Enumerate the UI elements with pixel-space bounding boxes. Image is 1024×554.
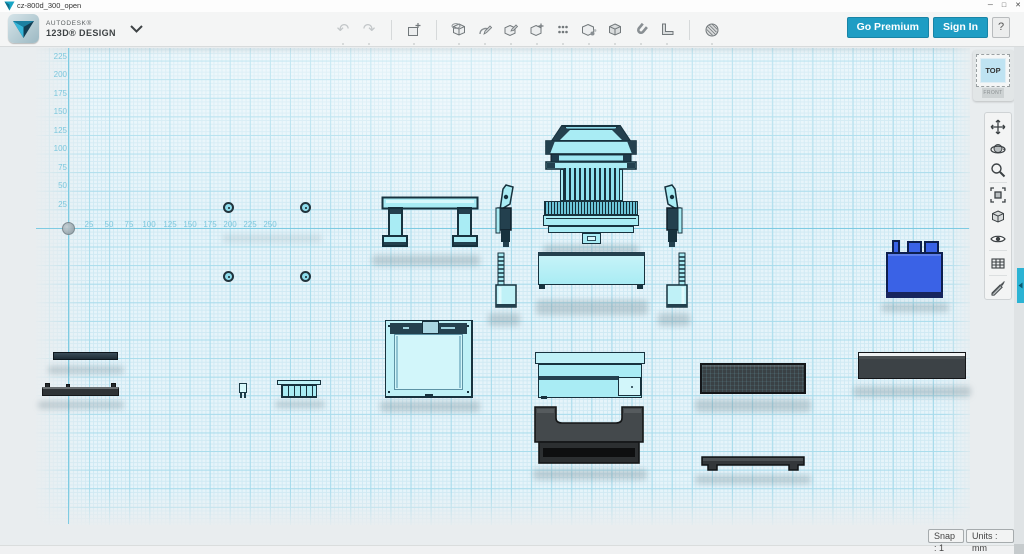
gantry-bracket[interactable] — [381, 196, 479, 250]
document-title: cz-800d_300_open — [17, 1, 81, 10]
help-button[interactable]: ? — [992, 17, 1010, 38]
primitives-icon[interactable] — [447, 18, 471, 42]
base-strip[interactable] — [700, 454, 806, 472]
comb-bracket[interactable] — [277, 378, 321, 400]
view-cube-icon[interactable] — [986, 206, 1010, 228]
transform-icon[interactable] — [402, 18, 426, 42]
axis-label: 225 — [43, 52, 67, 61]
front-panel[interactable] — [538, 252, 645, 290]
zoom-icon[interactable] — [986, 160, 1010, 182]
washer-top-left[interactable] — [223, 202, 234, 213]
resize-grip[interactable] — [1014, 544, 1024, 554]
thin-bar-lower[interactable] — [42, 383, 119, 397]
grouping-icon[interactable] — [577, 18, 601, 42]
close-icon[interactable]: ✕ — [1015, 0, 1021, 11]
bottom-edge — [0, 545, 1014, 554]
title-bar: cz-800d_300_open ─ □ ✕ — [0, 0, 1024, 12]
app-logo-icon — [4, 1, 15, 11]
axis-label: 75 — [43, 163, 67, 172]
snap-setting[interactable]: Snap : 1 — [928, 529, 964, 543]
axis-label: 250 — [258, 220, 282, 229]
small-clip[interactable] — [239, 383, 248, 398]
toolbar-divider — [436, 20, 437, 40]
orbit-icon[interactable] — [986, 138, 1010, 160]
top-cover[interactable] — [544, 124, 638, 170]
app-toolbar: AUTODESK® 123D® DESIGN ↶ ↷ — [0, 12, 1024, 47]
ruler-icon[interactable] — [655, 18, 679, 42]
go-premium-button[interactable]: Go Premium — [847, 17, 929, 38]
axis-label: 100 — [43, 144, 67, 153]
side-blade-left[interactable] — [493, 184, 517, 248]
zoom-fit-icon[interactable] — [986, 184, 1010, 206]
axis-label: 200 — [43, 70, 67, 79]
washer-bottom-right[interactable] — [300, 271, 311, 282]
thin-bar-upper[interactable] — [53, 352, 118, 360]
axis-label: 25 — [43, 200, 67, 209]
axis-label: 50 — [43, 181, 67, 190]
washer-top-right[interactable] — [300, 202, 311, 213]
brand: AUTODESK® 123D® DESIGN — [8, 14, 143, 43]
grid-settings-icon[interactable] — [986, 252, 1010, 274]
side-panel[interactable] — [858, 352, 966, 379]
brand-line1: AUTODESK® — [46, 20, 116, 27]
view-cube-front-face[interactable]: FRONT — [982, 88, 1004, 98]
washer-bottom-left[interactable] — [223, 271, 234, 282]
undo-icon[interactable]: ↶ — [331, 18, 355, 42]
view-cube-top-face[interactable]: TOP — [980, 58, 1006, 83]
pattern-icon[interactable] — [551, 18, 575, 42]
snap-icon[interactable] — [629, 18, 653, 42]
axis-label: 150 — [43, 107, 67, 116]
maximize-icon[interactable]: □ — [1002, 0, 1006, 11]
vent-panel[interactable] — [700, 363, 806, 394]
paper-tray[interactable] — [533, 405, 645, 467]
modeling-canvas[interactable]: 225 200 175 150 125 100 75 50 25 25 50 7… — [0, 47, 1024, 554]
units-setting[interactable]: Units : mm — [966, 529, 1014, 543]
hide-show-icon[interactable] — [986, 228, 1010, 250]
origin-marker — [62, 222, 75, 235]
autodesk-123d-logo-icon — [8, 14, 39, 43]
panel-handle[interactable] — [1017, 268, 1024, 303]
combine-icon[interactable] — [603, 18, 627, 42]
toolbar-divider — [689, 20, 690, 40]
pan-icon[interactable] — [986, 116, 1010, 138]
rail-block-left[interactable] — [494, 252, 518, 310]
sketch-icon[interactable] — [473, 18, 497, 42]
axis-label: 125 — [43, 126, 67, 135]
main-body-frame[interactable] — [385, 320, 473, 398]
material-icon[interactable] — [700, 18, 724, 42]
app-window: cz-800d_300_open ─ □ ✕ AUTODESK® 123D® D… — [0, 0, 1024, 554]
axis-label: 175 — [43, 89, 67, 98]
rail-block-right[interactable] — [665, 252, 689, 310]
material-off-icon[interactable] — [986, 277, 1010, 299]
minimize-icon[interactable]: ─ — [988, 0, 993, 11]
view-cube[interactable]: TOP FRONT — [973, 50, 1014, 101]
toolbar-divider — [391, 20, 392, 40]
modify-icon[interactable] — [525, 18, 549, 42]
blue-cartridge[interactable] — [886, 240, 943, 299]
brand-line2: 123D® DESIGN — [46, 28, 116, 38]
main-toolbar: ↶ ↷ — [330, 17, 725, 43]
heatsink-carriage[interactable] — [543, 168, 640, 245]
display-assembly[interactable] — [535, 350, 645, 399]
redo-icon[interactable]: ↷ — [357, 18, 381, 42]
construct-icon[interactable] — [499, 18, 523, 42]
chevron-down-icon[interactable] — [130, 25, 143, 33]
y-axis-line — [68, 48, 69, 524]
side-blade-right[interactable] — [661, 184, 685, 248]
sign-in-button[interactable]: Sign In — [933, 17, 988, 38]
navigation-toolbar — [984, 112, 1012, 300]
